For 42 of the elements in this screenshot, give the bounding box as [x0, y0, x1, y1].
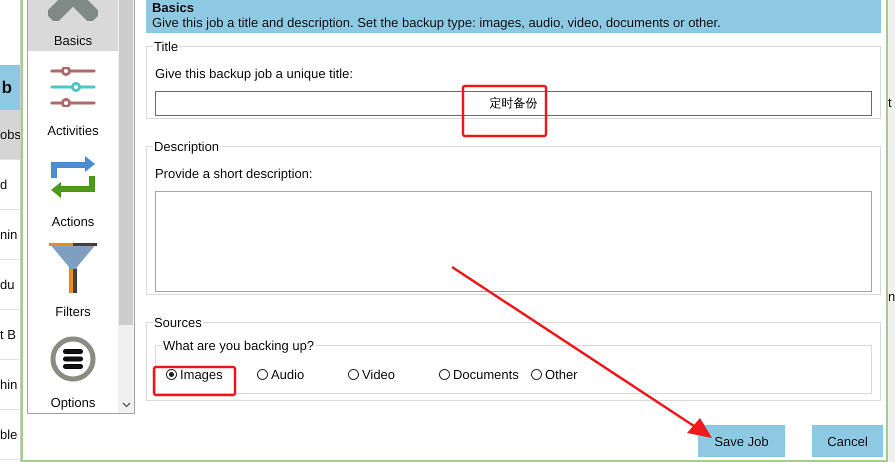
radio-button[interactable]	[439, 369, 450, 380]
group-label: Sources	[153, 315, 203, 330]
section-title: Basics	[152, 0, 195, 15]
radio-label[interactable]: Other	[545, 367, 578, 382]
field-prompt: Provide a short description:	[155, 166, 314, 181]
list-row[interactable]: du	[0, 260, 20, 310]
window-header-text: b	[2, 78, 12, 98]
nav-item[interactable]: Options	[28, 322, 118, 413]
group-label: What are you backing up?	[162, 338, 316, 353]
list-row[interactable]: hin	[0, 360, 20, 410]
save-button[interactable]: Save Job	[698, 425, 785, 457]
sliders-icon	[50, 66, 96, 107]
list-row[interactable]: d	[0, 160, 20, 210]
group-label: Description	[153, 139, 220, 154]
nav-item[interactable]: Actions	[28, 141, 118, 232]
title-input-field[interactable]: 定时备份	[155, 91, 872, 116]
radio-button[interactable]	[531, 369, 542, 380]
window-text: t	[888, 95, 893, 110]
chevron-down-icon[interactable]	[122, 402, 130, 408]
radio-button[interactable]	[257, 369, 268, 380]
list-row[interactable]: t B	[0, 310, 20, 360]
nav-item[interactable]: Filters	[28, 232, 118, 322]
field-prompt: Give this backup job a unique title:	[155, 66, 354, 81]
list-row[interactable]: ble	[0, 410, 20, 460]
scrollbar[interactable]	[118, 0, 134, 413]
funnel-icon	[49, 243, 97, 294]
radio-button[interactable]	[348, 369, 359, 380]
nav-item[interactable]: Basics	[28, 0, 118, 51]
radio-button[interactable]	[166, 369, 177, 380]
window-text: n	[888, 289, 895, 304]
radio-label[interactable]: Images	[180, 367, 223, 382]
list-row[interactable]: nin	[0, 210, 20, 260]
radio-label[interactable]: Documents	[453, 367, 519, 382]
group-label: Title	[153, 39, 180, 54]
repeat-icon	[49, 156, 97, 198]
radio-label[interactable]: Audio	[271, 367, 304, 382]
cancel-button[interactable]: Cancel	[812, 425, 883, 457]
nav-item[interactable]: Activities	[28, 50, 118, 142]
menu-circle-icon	[50, 336, 96, 382]
section-description: Give this job a title and description. Set the backup type: images, audio, video, documents or other.	[152, 15, 721, 30]
description-input-field[interactable]	[155, 191, 872, 292]
radio-label[interactable]: Video	[362, 367, 396, 382]
